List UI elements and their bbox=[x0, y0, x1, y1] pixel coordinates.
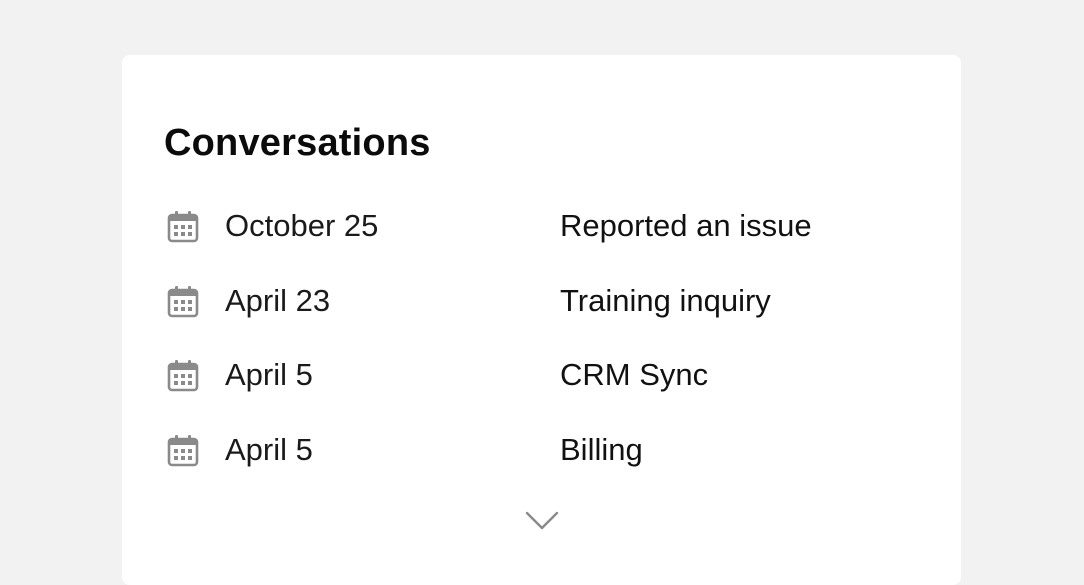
card-title: Conversations bbox=[164, 122, 431, 164]
calendar-icon bbox=[167, 435, 199, 467]
conversation-date: April 5 bbox=[225, 357, 313, 392]
calendar-icon bbox=[167, 360, 199, 392]
conversation-row[interactable]: October 25 Reported an issue bbox=[122, 202, 961, 250]
conversation-subject: Billing bbox=[560, 432, 643, 467]
calendar-icon bbox=[167, 286, 199, 318]
conversations-card: Conversations October 25 Reported an iss… bbox=[122, 55, 961, 585]
conversation-row[interactable]: April 5 CRM Sync bbox=[122, 351, 961, 399]
conversation-row[interactable]: April 5 Billing bbox=[122, 426, 961, 474]
conversation-subject: Training inquiry bbox=[560, 283, 771, 318]
calendar-icon bbox=[167, 211, 199, 243]
conversation-subject: Reported an issue bbox=[560, 208, 812, 243]
conversation-date: April 23 bbox=[225, 283, 331, 318]
conversation-subject: CRM Sync bbox=[560, 357, 709, 392]
chevron-down-icon[interactable] bbox=[524, 508, 560, 532]
conversation-row[interactable]: April 23 Training inquiry bbox=[122, 277, 961, 325]
conversation-date: October 25 bbox=[225, 208, 379, 243]
conversation-date: April 5 bbox=[225, 432, 313, 467]
